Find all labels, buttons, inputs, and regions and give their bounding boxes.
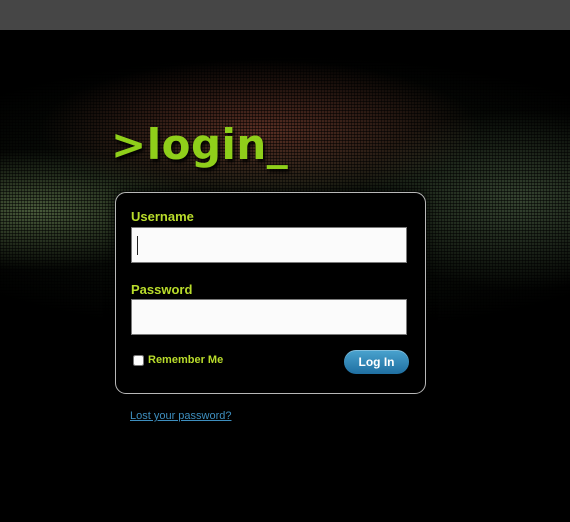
browser-top-bar xyxy=(0,0,570,30)
login-logo: >login_ xyxy=(111,120,289,169)
text-caret xyxy=(137,236,138,255)
lost-password-link[interactable]: Lost your password? xyxy=(130,410,232,422)
remember-me-label[interactable]: Remember Me xyxy=(148,354,223,366)
remember-me-checkbox[interactable] xyxy=(133,354,144,366)
password-label: Password xyxy=(131,282,193,297)
login-form: Username Password Remember Me Log In xyxy=(115,192,426,394)
username-label: Username xyxy=(131,209,194,224)
password-input[interactable] xyxy=(131,299,407,335)
login-button[interactable]: Log In xyxy=(344,350,409,374)
login-page: >login_ Username Password Remember Me Lo… xyxy=(0,30,570,522)
remember-me-row: Remember Me xyxy=(133,354,223,366)
username-input[interactable] xyxy=(131,227,407,263)
